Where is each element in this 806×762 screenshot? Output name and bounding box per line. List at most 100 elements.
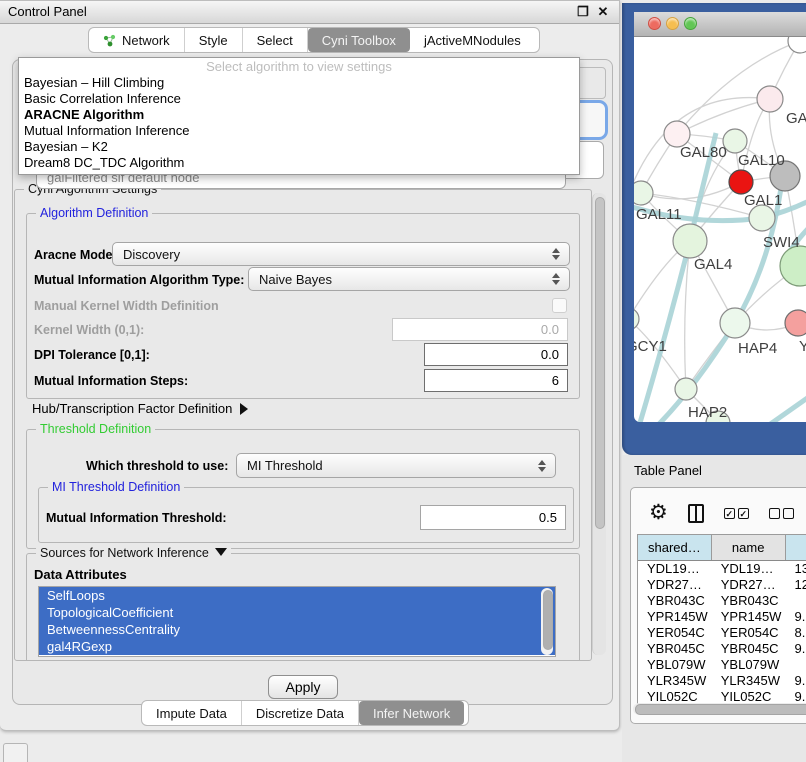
network-node[interactable] [675, 378, 697, 400]
close-icon[interactable]: ✕ [595, 4, 611, 20]
bottom-tab-impute-data[interactable]: Impute Data [142, 701, 242, 725]
algorithm-option[interactable]: Bayesian – Hill Climbing [19, 75, 579, 91]
expander-down-icon [215, 548, 227, 556]
close-traffic-light[interactable] [648, 17, 661, 30]
table-cell: YLR345W [712, 673, 786, 689]
which-threshold-combo[interactable]: MI Threshold [236, 453, 556, 478]
mi-type-label: Mutual Information Algorithm Type: [34, 273, 244, 287]
network-node[interactable] [785, 310, 806, 336]
table-row[interactable]: YBR043CYBR043C [638, 593, 806, 609]
network-node[interactable] [780, 246, 806, 286]
tab-network[interactable]: Network [89, 28, 185, 52]
network-icon [103, 34, 116, 47]
network-node[interactable] [729, 170, 753, 194]
kernel-width-field[interactable]: 0.0 [392, 318, 568, 341]
algorithm-option[interactable]: Bayesian – K2 [19, 139, 579, 155]
control-panel-window: Control Panel ❐ ✕ NetworkStyleSelectCyni… [0, 0, 620, 731]
gear-icon[interactable]: ⚙ [649, 502, 668, 524]
mi-type-combo[interactable]: Naive Bayes [248, 267, 570, 291]
column-header[interactable]: A [786, 535, 806, 560]
network-edge-highlight[interactable] [634, 133, 716, 422]
tab-style[interactable]: Style [185, 28, 243, 52]
dropdown-prompt: Select algorithm to view settings [19, 58, 579, 75]
float-window-icon[interactable]: ❐ [575, 4, 591, 20]
table-body: YDL19…YDL19…13YDR27…YDR27…12YBR043CYBR04… [638, 561, 806, 705]
expander-right-icon [240, 403, 248, 415]
tab-select[interactable]: Select [243, 28, 308, 52]
network-node[interactable] [757, 86, 783, 112]
network-node[interactable] [788, 37, 806, 53]
attribute-item[interactable]: BetweennessCentrality [39, 621, 555, 638]
table-row[interactable]: YBR045CYBR045C9. [638, 641, 806, 657]
column-header[interactable]: shared… [638, 535, 712, 560]
table-horizontal-scrollbar[interactable] [633, 703, 806, 715]
settings-scrollbar[interactable] [592, 193, 606, 655]
network-node[interactable] [720, 308, 750, 338]
table-cell: YBR043C [712, 593, 786, 609]
dpi-tolerance-label: DPI Tolerance [0,1]: [34, 348, 150, 362]
node-label: Y [799, 338, 806, 355]
bottom-tab-infer-network[interactable]: Infer Network [359, 701, 464, 725]
sources-title[interactable]: Sources for Network Inference [36, 546, 231, 561]
network-node[interactable] [634, 181, 653, 205]
manual-kernel-checkbox[interactable] [552, 298, 567, 313]
network-view-window: GALGAL80GAL10GAL1GAL11SWI4GAL4GCY1HAP4YH… [622, 3, 806, 455]
table-cell: 9. [786, 641, 806, 657]
hub-factor-expander[interactable]: Hub/Transcription Factor Definition [32, 401, 248, 416]
mi-steps-field[interactable]: 6 [424, 369, 568, 392]
table-panel: Table Panel ⚙ ✓✓ shared…nameA YDL19…YDL1… [622, 455, 806, 762]
minimize-traffic-light[interactable] [666, 17, 679, 30]
table-cell: YDL19… [638, 561, 712, 577]
network-canvas[interactable]: GALGAL80GAL10GAL1GAL11SWI4GAL4GCY1HAP4YH… [634, 37, 806, 422]
zoom-traffic-light[interactable] [684, 17, 697, 30]
algorithm-option[interactable]: ARACNE Algorithm [19, 107, 579, 123]
table-row[interactable]: YBL079WYBL079W [638, 657, 806, 673]
table-cell: YBL079W [712, 657, 786, 673]
panel-toggle-button[interactable] [3, 743, 28, 762]
deselect-all-columns-icon[interactable] [769, 508, 794, 519]
network-edge[interactable] [677, 99, 770, 134]
mi-threshold-field[interactable]: 0.5 [420, 505, 566, 530]
table-row[interactable]: YDL19…YDL19…13 [638, 561, 806, 577]
apply-button[interactable]: Apply [268, 675, 338, 699]
network-node[interactable] [634, 308, 639, 330]
algorithm-option[interactable]: Dream8 DC_TDC Algorithm [19, 155, 579, 171]
network-node[interactable] [673, 224, 707, 258]
table-cell: YBR045C [638, 641, 712, 657]
mi-steps-label: Mutual Information Steps: [34, 374, 188, 388]
select-all-columns-icon[interactable]: ✓✓ [724, 508, 749, 519]
table-cell: YBR045C [712, 641, 786, 657]
table-cell: YBR043C [638, 593, 712, 609]
split-columns-icon[interactable] [688, 504, 704, 523]
network-edge[interactable] [641, 182, 741, 199]
table-cell: YLR345W [638, 673, 712, 689]
attribute-item[interactable]: SelfLoops [39, 587, 555, 604]
table-panel-card: ⚙ ✓✓ shared…nameA YDL19…YDL19…13YDR27…YD… [630, 487, 806, 724]
table-panel-title: Table Panel [634, 463, 702, 478]
attribute-item[interactable]: gal4RGexp [39, 638, 555, 655]
algorithm-option[interactable]: Mutual Information Inference [19, 123, 579, 139]
bottom-tab-discretize-data[interactable]: Discretize Data [242, 701, 359, 725]
algorithm-option[interactable]: Basic Correlation Inference [19, 91, 579, 107]
network-edge[interactable] [677, 41, 800, 134]
network-edge-highlight[interactable] [752, 389, 806, 422]
table-row[interactable]: YPR145WYPR145W9. [638, 609, 806, 625]
attributes-scrollbar[interactable] [541, 588, 553, 655]
control-panel-titlebar: Control Panel ❐ ✕ [0, 1, 619, 24]
aracne-mode-combo[interactable]: Discovery [112, 242, 570, 266]
screen: Control Panel ❐ ✕ NetworkStyleSelectCyni… [0, 0, 806, 762]
table-row[interactable]: YDR27…YDR27…12 [638, 577, 806, 593]
mi-threshold-title: MI Threshold Definition [48, 480, 184, 495]
table-row[interactable]: YLR345WYLR345W9. [638, 673, 806, 689]
tab-cyni-toolbox[interactable]: Cyni Toolbox [308, 28, 410, 52]
column-header[interactable]: name [712, 535, 786, 560]
node-label: SWI4 [763, 234, 800, 251]
control-panel-tabs: NetworkStyleSelectCyni ToolboxjActiveMNo… [88, 27, 540, 53]
attribute-item[interactable]: TopologicalCoefficient [39, 604, 555, 621]
algorithm-dropdown-popup: Select algorithm to view settings Bayesi… [18, 57, 580, 175]
node-label: GAL4 [694, 256, 732, 273]
tab-jactivemnodules[interactable]: jActiveMNodules [410, 28, 535, 52]
table-row[interactable]: YER054CYER054C8. [638, 625, 806, 641]
dpi-tolerance-field[interactable]: 0.0 [424, 343, 568, 366]
data-attributes-list: SelfLoopsTopologicalCoefficientBetweenne… [38, 586, 556, 657]
